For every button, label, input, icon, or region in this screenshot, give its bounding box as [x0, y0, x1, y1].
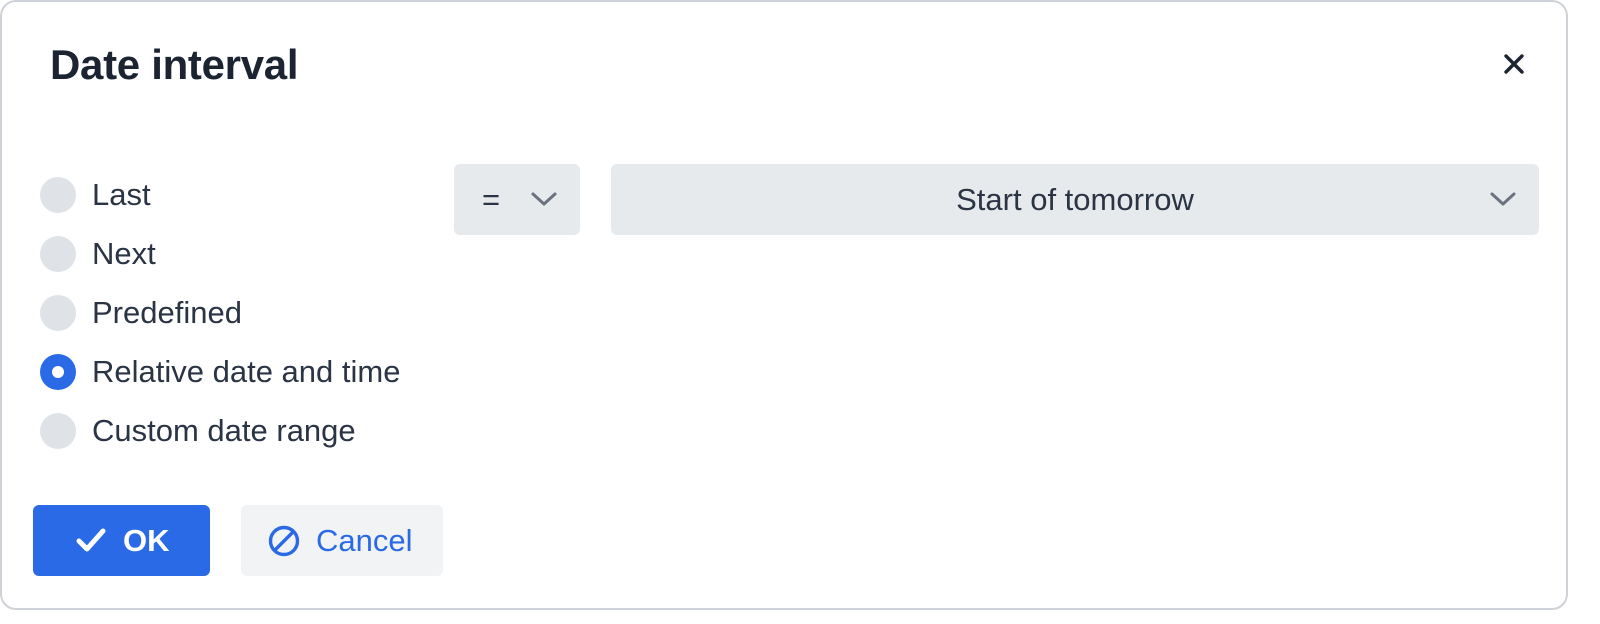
radio-button[interactable] — [40, 235, 76, 272]
radio-option-next[interactable]: Next — [40, 224, 400, 283]
cancel-button-label: Cancel — [316, 522, 413, 558]
radio-button[interactable] — [40, 176, 76, 213]
radio-option-last[interactable]: Last — [40, 165, 400, 224]
chevron-down-icon — [1490, 192, 1516, 206]
radio-option-predefined[interactable]: Predefined — [40, 283, 400, 342]
close-button[interactable] — [1492, 42, 1536, 86]
operator-value: = — [482, 181, 501, 217]
relative-value: Start of tomorrow — [956, 181, 1194, 217]
ok-button[interactable]: OK — [33, 505, 210, 576]
radio-button-selected[interactable] — [40, 353, 76, 390]
radio-label: Next — [92, 235, 156, 271]
radio-option-relative-date-and-time[interactable]: Relative date and time — [40, 342, 400, 401]
checkmark-icon — [76, 528, 106, 552]
radio-label: Relative date and time — [92, 353, 401, 389]
close-icon — [1504, 54, 1524, 74]
date-interval-dialog: Date interval Last Next Predefined Relat… — [0, 0, 1568, 610]
cancel-button[interactable]: Cancel — [241, 505, 443, 576]
radio-button[interactable] — [40, 294, 76, 331]
operator-select[interactable]: = — [454, 164, 580, 235]
relative-value-select[interactable]: Start of tomorrow — [611, 164, 1539, 235]
chevron-down-icon — [531, 192, 557, 206]
radio-button[interactable] — [40, 412, 76, 449]
ok-button-label: OK — [123, 522, 170, 558]
dialog-title: Date interval — [50, 41, 299, 88]
radio-option-custom-date-range[interactable]: Custom date range — [40, 401, 400, 460]
ban-icon — [268, 525, 300, 557]
interval-type-radio-group: Last Next Predefined Relative date and t… — [40, 165, 400, 460]
radio-label: Predefined — [92, 294, 242, 330]
radio-label: Custom date range — [92, 412, 356, 448]
radio-label: Last — [92, 176, 151, 212]
